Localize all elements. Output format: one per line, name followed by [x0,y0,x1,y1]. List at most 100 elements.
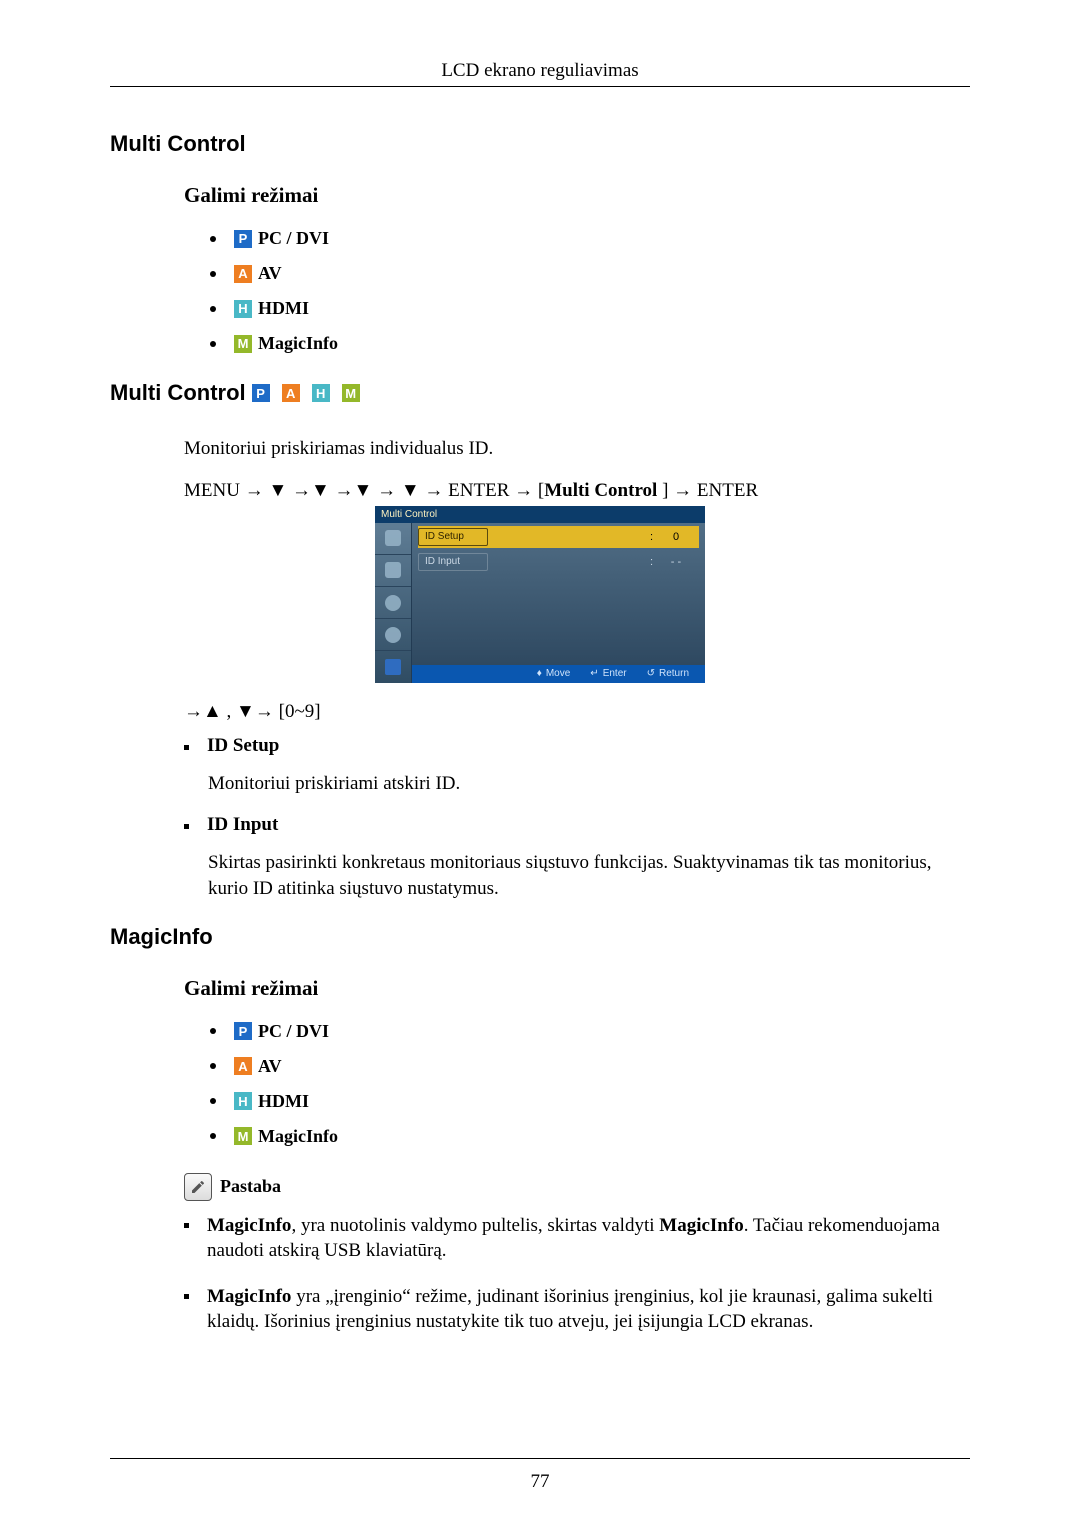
a-icon: A [234,265,252,283]
section-multi-control-2: Multi Control P A H M [110,380,970,406]
mode-item: A AV [210,1056,970,1077]
page-header: LCD ekrano reguliavimas [110,60,970,82]
section-multi-control-title: Multi Control [110,131,970,157]
multi-control-description: Monitoriui priskiriamas individualus ID. [184,436,970,462]
sub-item-title: ID Input [207,814,278,836]
nav-hint: →▲ , ▼→ [0~9] [184,701,970,723]
osd-footer-move: ♦ Move [537,668,571,679]
menu-path-bold: Multi Control [544,480,657,501]
mode-item: H HDMI [210,1091,970,1112]
bullet-icon [210,236,216,242]
osd-side-glyph-icon [385,562,401,578]
osd-main: ID Setup : 0 ID Input : - - ♦ Move ↵ Ent… [412,523,705,683]
note-text: MagicInfo, yra nuotolinis valdymo pultel… [207,1213,970,1264]
osd-titlebar: Multi Control [375,506,705,523]
mode-item: P PC / DVI [210,1021,970,1042]
h-icon: H [234,1092,252,1110]
mode-item: H HDMI [210,298,970,319]
sub-item-id-setup: ID Setup Monitoriui priskiriami atskiri … [184,735,970,797]
osd-side-glyph-icon [385,595,401,611]
mode-item: M MagicInfo [210,1126,970,1147]
sub-item-description: Skirtas pasirinkti konkretaus monitoriau… [208,850,970,901]
section-modes-title-1: Galimi režimai [184,183,970,208]
osd-side-glyph-icon [385,659,401,675]
mode-item: A AV [210,263,970,284]
bullet-icon [184,1223,189,1228]
note-span: yra „įrenginio“ režime, judinant išorini… [207,1286,933,1333]
section-magicinfo-title: MagicInfo [110,924,970,950]
osd-side-item [375,619,411,651]
note-span: , yra nuotolinis valdymo pultelis, skirt… [291,1215,659,1236]
sub-item-description: Monitoriui priskiriami atskiri ID. [208,771,970,797]
sub-item-title: ID Setup [207,735,279,757]
modes-list-1: P PC / DVI A AV H HDMI M MagicInfo [210,228,970,354]
p-icon: P [234,1022,252,1040]
osd-footer-return: ↺ Return [647,668,689,679]
osd-footer-enter-label: Enter [603,668,627,679]
page-number: 77 [0,1471,1080,1493]
mode-label: HDMI [258,298,309,319]
mode-item: P PC / DVI [210,228,970,249]
osd-sidebar [375,523,412,683]
a-icon: A [234,1057,252,1075]
menu-navigation-path: MENU → ▼ →▼ →▼ → ▼ → ENTER → [Multi Cont… [184,480,970,502]
osd-side-item [375,523,411,555]
osd-row: ID Input : - - [418,551,699,573]
bullet-icon [210,306,216,312]
osd-side-item [375,651,411,682]
osd-row-value: - - [663,556,689,568]
menu-path-suffix: ] → ENTER [657,480,758,501]
page: LCD ekrano reguliavimas Multi Control Ga… [0,0,1080,1527]
bullet-icon [210,1133,216,1139]
osd-footer-enter: ↵ Enter [590,668,626,679]
mode-label: AV [258,1056,282,1077]
note-label: Pastaba [220,1176,281,1197]
mode-label: MagicInfo [258,1126,338,1147]
m-icon: M [342,384,360,402]
h-icon: H [234,300,252,318]
osd-colon: : [650,556,653,568]
pencil-icon [184,1173,212,1201]
a-icon: A [282,384,300,402]
note-text: MagicInfo yra „įrenginio“ režime, judina… [207,1284,970,1335]
osd-footer-move-label: Move [546,668,570,679]
osd-side-glyph-icon [385,530,401,546]
section-multi-control-2-title: Multi Control [110,380,246,406]
note-bold: MagicInfo [207,1215,291,1236]
bullet-icon [184,1294,189,1299]
bullet-icon [184,745,189,750]
sub-item-id-input: ID Input Skirtas pasirinkti konkretaus m… [184,814,970,901]
m-icon: M [234,335,252,353]
osd-row-label: ID Input [418,553,488,571]
p-icon: P [234,230,252,248]
m-icon: M [234,1127,252,1145]
note-bold: MagicInfo [659,1215,743,1236]
mode-label: HDMI [258,1091,309,1112]
bullet-icon [184,824,189,829]
mode-item: M MagicInfo [210,333,970,354]
note-list: MagicInfo, yra nuotolinis valdymo pultel… [184,1213,970,1336]
bullet-icon [210,271,216,277]
menu-path-prefix: MENU → ▼ →▼ →▼ → ▼ → ENTER → [ [184,480,544,501]
osd-side-glyph-icon [385,627,401,643]
osd-screenshot: Multi Control ID Setup : 0 ID Input : - [375,506,705,683]
osd-row-label: ID Setup [418,528,488,546]
note-item: MagicInfo yra „įrenginio“ režime, judina… [184,1284,970,1335]
note-bold: MagicInfo [207,1286,291,1307]
osd-side-item [375,587,411,619]
osd-side-item [375,555,411,587]
header-divider [110,86,970,87]
osd-row-value: 0 [663,531,689,543]
note-header: Pastaba [184,1173,970,1201]
bullet-icon [210,341,216,347]
mode-label: MagicInfo [258,333,338,354]
osd-body: ID Setup : 0 ID Input : - - ♦ Move ↵ Ent… [375,523,705,683]
bullet-icon [210,1098,216,1104]
bullet-icon [210,1063,216,1069]
osd-footer-return-label: Return [659,668,689,679]
mode-label: PC / DVI [258,228,329,249]
p-icon: P [252,384,270,402]
footer-divider [110,1458,970,1459]
section-modes-title-2: Galimi režimai [184,976,970,1001]
mode-label: AV [258,263,282,284]
